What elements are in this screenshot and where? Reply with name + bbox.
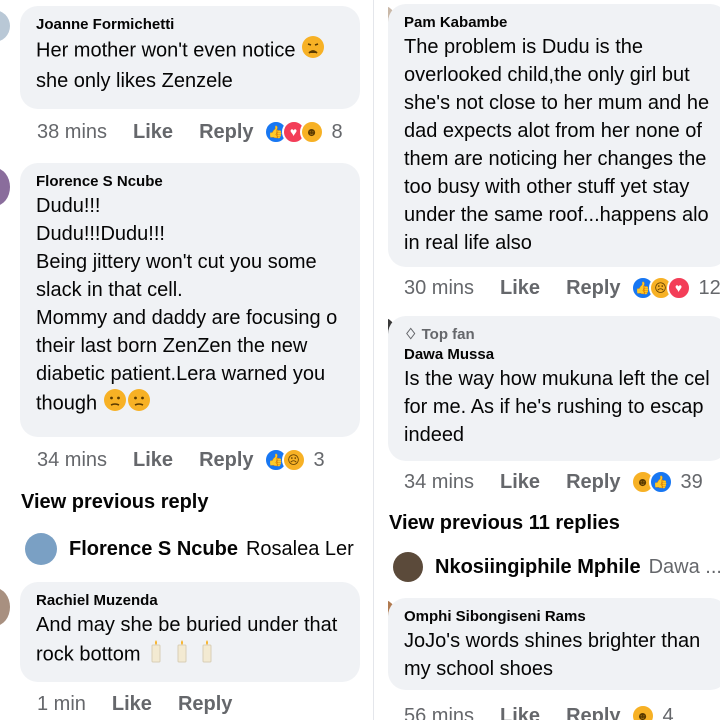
reply-button[interactable]: Reply (199, 449, 253, 472)
comment-author[interactable]: Rachiel Muzenda (36, 591, 348, 611)
haha-reaction-icon: ☻ (299, 120, 324, 144)
reply-author[interactable]: Nkosiingiphile Mphile (435, 556, 641, 579)
comment-text: And may she be buried under that rock bo… (36, 611, 348, 671)
avatar[interactable] (0, 588, 10, 626)
comment-time[interactable]: 38 mins (37, 121, 107, 144)
avatar (25, 533, 57, 565)
comment-actions: 1 min Like Reply (37, 688, 242, 720)
reactions-summary[interactable]: ☻ (630, 704, 655, 720)
avatar (393, 552, 423, 582)
like-button[interactable]: Like (133, 449, 173, 472)
comment-bubble: ♢ Top fan Dawa Mussa Is the way how muku… (388, 316, 720, 461)
comment-bubble: Pam Kabambe The problem is Dudu is the o… (388, 4, 720, 267)
comment-author[interactable]: Omphi Sibongiseni Rams (404, 607, 716, 627)
comment-bubble: Rachiel Muzenda And may she be buried un… (20, 582, 360, 682)
reaction-count: 3 (313, 448, 325, 471)
candle-emoji-icon (197, 639, 217, 671)
reply-snippet: Rosalea Ler (245, 537, 354, 560)
weary-face-emoji-icon (301, 35, 325, 67)
comment-author[interactable]: Florence S Ncube (36, 172, 348, 192)
reactions-summary[interactable]: 👍 ☹ (263, 448, 306, 472)
comment-time[interactable]: 34 mins (37, 449, 107, 472)
top-fan-badge: ♢ Top fan (404, 326, 475, 343)
reply-preview[interactable]: Florence S Ncube Rosalea Ler (25, 533, 354, 565)
comment-time[interactable]: 30 mins (404, 277, 474, 300)
panel-divider (360, 0, 388, 720)
left-screenshot-panel: Joanne Formichetti Her mother won't even… (0, 0, 360, 720)
reply-button[interactable]: Reply (566, 471, 620, 494)
reaction-count: 8 (331, 120, 343, 143)
candle-emoji-icon (146, 639, 166, 671)
diamond-icon: ♢ (404, 326, 418, 343)
comment-actions: 34 mins Like Reply 👍 ☹ 3 (37, 444, 325, 476)
reaction-count: 12 (698, 276, 720, 299)
view-previous-replies-link[interactable]: View previous 11 replies (389, 512, 620, 535)
comment-text: JoJo's words shines brighter than my sch… (404, 630, 701, 680)
reply-button[interactable]: Reply (178, 693, 232, 716)
confused-face-emoji-icon (127, 388, 151, 420)
reactions-summary[interactable]: 👍 ☹ ♥ (630, 276, 691, 300)
comment-bubble: Omphi Sibongiseni Rams JoJo's words shin… (388, 598, 720, 690)
sad-reaction-icon: ☹ (281, 448, 306, 472)
comment-text: Dudu!!! Dudu!!!Dudu!!! Being jittery won… (36, 192, 348, 420)
reply-button[interactable]: Reply (566, 705, 620, 720)
reply-snippet: Dawa ... (648, 555, 720, 578)
avatar[interactable] (0, 10, 10, 42)
reaction-count: 4 (662, 704, 674, 720)
comment-actions: 34 mins Like Reply ☻ 👍 39 (404, 466, 703, 498)
comment-author[interactable]: Dawa Mussa (404, 345, 716, 365)
view-previous-replies-link[interactable]: View previous reply (21, 491, 209, 514)
comment-actions: 30 mins Like Reply 👍 ☹ ♥ 12 (404, 272, 720, 304)
like-button[interactable]: Like (112, 693, 152, 716)
candle-emoji-icon (172, 639, 192, 671)
comment-time[interactable]: 34 mins (404, 471, 474, 494)
comment-actions: 38 mins Like Reply 👍 ♥ ☻ 8 (37, 116, 343, 148)
like-button[interactable]: Like (500, 471, 540, 494)
confused-face-emoji-icon (103, 388, 127, 420)
reply-button[interactable]: Reply (566, 277, 620, 300)
like-reaction-icon: 👍 (648, 470, 673, 494)
like-button[interactable]: Like (500, 277, 540, 300)
comment-text: Her mother won't even notice she only li… (36, 35, 348, 95)
comment-time[interactable]: 56 mins (404, 705, 474, 720)
haha-reaction-icon: ☻ (630, 704, 655, 720)
reply-preview[interactable]: Nkosiingiphile Mphile Dawa ... (393, 552, 720, 582)
comment-author[interactable]: Pam Kabambe (404, 13, 716, 33)
comment-text: Is the way how mukuna left the cel for m… (404, 368, 710, 446)
comment-text: The problem is Dudu is the overlooked ch… (404, 36, 710, 254)
reactions-summary[interactable]: 👍 ♥ ☻ (263, 120, 324, 144)
comment-time[interactable]: 1 min (37, 693, 86, 716)
comment-bubble: Joanne Formichetti Her mother won't even… (20, 6, 360, 109)
reactions-summary[interactable]: ☻ 👍 (630, 470, 673, 494)
comment-bubble: Florence S Ncube Dudu!!! Dudu!!!Dudu!!! … (20, 163, 360, 437)
reply-author[interactable]: Florence S Ncube (69, 538, 238, 561)
reaction-count: 39 (680, 470, 703, 493)
comment-author[interactable]: Joanne Formichetti (36, 15, 348, 35)
like-button[interactable]: Like (133, 121, 173, 144)
reply-button[interactable]: Reply (199, 121, 253, 144)
comment-actions: 56 mins Like Reply ☻ 4 (404, 700, 674, 720)
right-screenshot-panel: Pam Kabambe The problem is Dudu is the o… (388, 0, 720, 720)
love-reaction-icon: ♥ (666, 276, 691, 300)
like-button[interactable]: Like (500, 705, 540, 720)
avatar[interactable] (0, 168, 10, 206)
